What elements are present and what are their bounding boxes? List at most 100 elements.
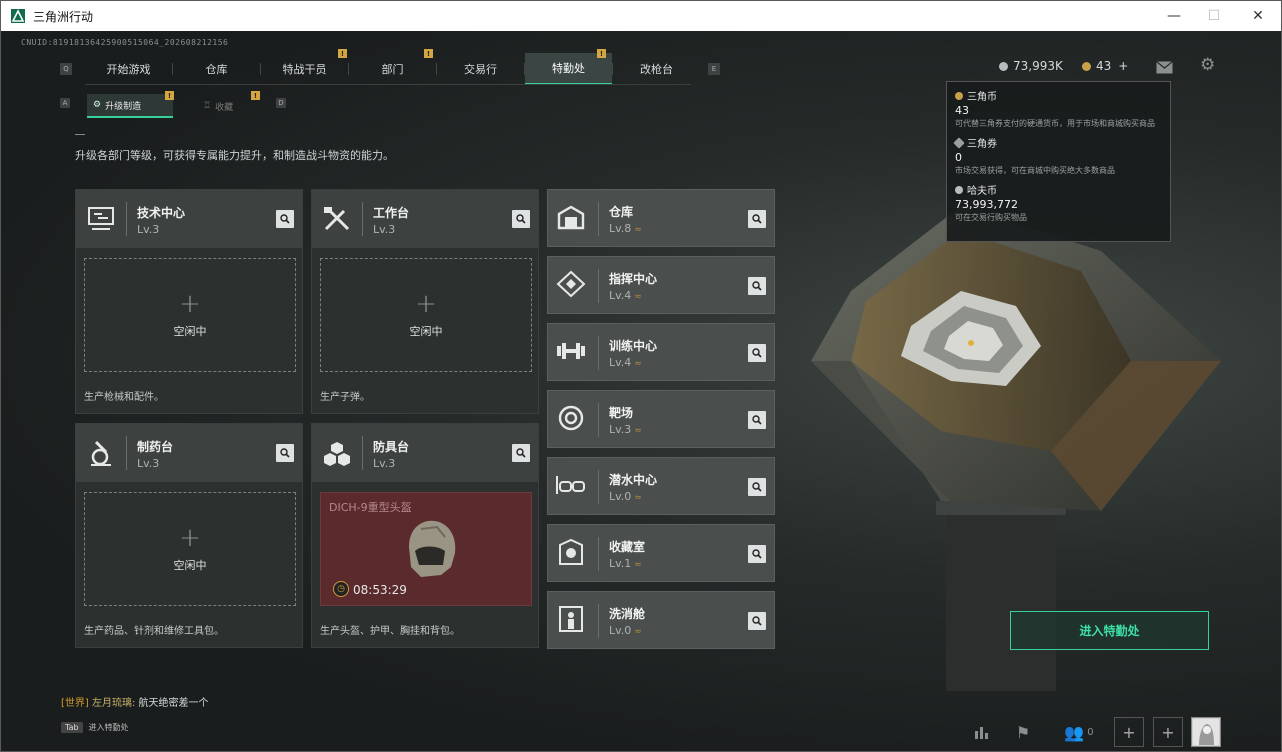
tab-label: 交易行 [464,63,497,76]
workshop-card-tech-center[interactable]: 技术中心 Lv.3 + 空闲中 生产枪械和配件。 [75,189,303,414]
flag-icon[interactable]: ⚑ [1008,717,1038,747]
search-button[interactable] [512,210,530,228]
page-description: 升级各部门等级，可获得专属能力提升，和制造战斗物资的能力。 [75,149,394,162]
facility-row-training-center[interactable]: 训练中心 Lv.4 ≈ [547,323,775,381]
world-chat-line[interactable]: [世界] 左月琉璃: 航天绝密差一个 [61,694,209,709]
production-slot-empty[interactable]: + 空闲中 [84,492,296,606]
upgrade-chevron-icon: ≈ [634,225,642,235]
game-window: 三角洲行动 — ☐ ✕ CNUID:81918136425900515064_2… [0,0,1282,752]
tab-operators[interactable]: 特战干员 [261,53,348,85]
search-button[interactable] [276,444,294,462]
tab-trading[interactable]: 交易行 [437,53,524,85]
workbench-icon [318,202,356,236]
tooltip-currency-desc: 可代替三角券支付的硬通货币，用于市场和商城购买商品 [955,119,1155,128]
target-icon [552,401,590,435]
hafcoin-display[interactable]: 73,993K [999,59,1063,73]
maximize-button[interactable]: ☐ [1191,1,1237,31]
warehouse-icon [552,200,590,234]
friends-count: 0 [1087,726,1094,738]
facility-row-collection-room[interactable]: 收藏室 Lv.1 ≈ [547,524,775,582]
hafcoin-amount: 73,993K [1013,59,1063,73]
tooltip-currency-name: 三角券 [967,139,997,150]
production-slot-empty[interactable]: + 空闲中 [84,258,296,372]
search-button[interactable] [748,545,766,563]
facility-row-shooting-range[interactable]: 靶场 Lv.3 ≈ [547,390,775,448]
add-squad-slot-button[interactable]: + [1114,717,1144,747]
workshop-description: 生产头盔、护甲、胸挂和背包。 [320,626,460,637]
timer-icon: ◷ [333,581,349,597]
search-button[interactable] [748,210,766,228]
facility-row-warehouse[interactable]: 仓库 Lv.8 ≈ [547,189,775,247]
facility-name: 仓库 [609,205,634,219]
add-squad-slot-button[interactable]: + [1153,717,1183,747]
tricoupon-icon [953,136,965,149]
nav-left-key-hint: Q [60,63,72,75]
workshop-level: Lv.3 [137,457,160,470]
facility-name: 靶场 [609,406,634,420]
dumbbell-icon [552,334,590,368]
facility-row-diving-center[interactable]: 潜水中心 Lv.0 ≈ [547,457,775,515]
subtab-upgrade-craft[interactable]: ⚙ 升级制造 [87,94,173,118]
workshop-card-pharmacy[interactable]: 制药台 Lv.3 + 空闲中 生产药品、针剂和维修工具包。 [75,423,303,648]
search-button[interactable] [748,612,766,630]
workshop-description: 生产子弹。 [320,392,370,403]
production-slot-empty[interactable]: + 空闲中 [320,258,532,372]
tooltip-currency-value: 0 [955,151,962,164]
chat-message: 航天绝密差一个 [135,698,209,709]
facility-level: Lv.4 [609,289,632,302]
search-icon [516,448,526,458]
facility-row-decontamination[interactable]: 洗消舱 Lv.0 ≈ [547,591,775,649]
idle-status: 空闲中 [173,325,207,338]
tricoin-icon [1082,61,1091,71]
subtab-collection[interactable]: ♖ 收藏 [197,94,257,118]
search-icon [752,616,762,626]
close-button[interactable]: ✕ [1235,1,1281,31]
nav-right-key-hint: E [708,63,720,75]
search-button[interactable] [748,277,766,295]
search-button[interactable] [748,478,766,496]
window-title: 三角洲行动 [33,9,94,24]
facility-name: 洗消舱 [609,607,646,621]
search-button[interactable] [748,344,766,362]
tab-start-game[interactable]: 开始游戏 [85,53,172,85]
subtab-label: 收藏 [215,102,234,113]
search-icon [752,415,762,425]
player-avatar[interactable] [1191,717,1221,747]
enter-special-ops-button[interactable]: 进入特勤处 [1010,611,1209,650]
search-icon [280,448,290,458]
tab-label: 特勤处 [552,62,585,75]
tricoin-icon [955,91,963,100]
tech-center-icon [82,202,120,236]
add-currency-button[interactable]: + [1118,59,1128,73]
production-slot-active[interactable]: DICH-9重型头盔 ◷ 08:53:29 [320,492,532,606]
workshop-card-armor[interactable]: 防具台 Lv.3 DICH-9重型头盔 ◷ 08:53:29 生产头盔、护甲、胸… [311,423,539,648]
search-button[interactable] [276,210,294,228]
mail-icon[interactable] [1156,59,1173,74]
facility-level: Lv.3 [609,423,632,436]
tab-department[interactable]: 部门 [349,53,436,85]
stats-chart-icon[interactable] [967,717,997,747]
facility-name: 收藏室 [609,540,646,554]
search-button[interactable] [512,444,530,462]
tab-warehouse[interactable]: 仓库 [173,53,260,85]
tab-key-label: 进入特勤处 [88,723,129,732]
workshop-name: 工作台 [373,206,410,220]
facility-name: 指挥中心 [609,272,658,286]
upgrade-chevron-icon: ≈ [634,359,642,369]
tab-label: 特战干员 [282,63,327,76]
tricoin-display[interactable]: 43 + [1082,59,1128,73]
chat-channel: [世界] [61,698,89,709]
search-icon [516,214,526,224]
workshop-description: 生产枪械和配件。 [84,392,164,403]
facility-row-command-center[interactable]: 指挥中心 Lv.4 ≈ [547,256,775,314]
settings-gear-icon[interactable]: ⚙ [1200,57,1217,74]
tab-key-hint[interactable]: Tab 进入特勤处 [61,722,129,733]
tab-label: 开始游戏 [106,63,151,76]
search-icon [752,482,762,492]
search-button[interactable] [748,411,766,429]
friends-button[interactable]: 👥 0 [1059,717,1099,747]
currency-tooltip: 三角币 43 可代替三角券支付的硬通货币，用于市场和商城购买商品 三角券 0 市… [946,81,1171,242]
upgrade-chevron-icon: ≈ [634,560,642,570]
tab-gunsmith[interactable]: 改枪台 [613,53,700,85]
workshop-card-workbench[interactable]: 工作台 Lv.3 + 空闲中 生产子弹。 [311,189,539,414]
